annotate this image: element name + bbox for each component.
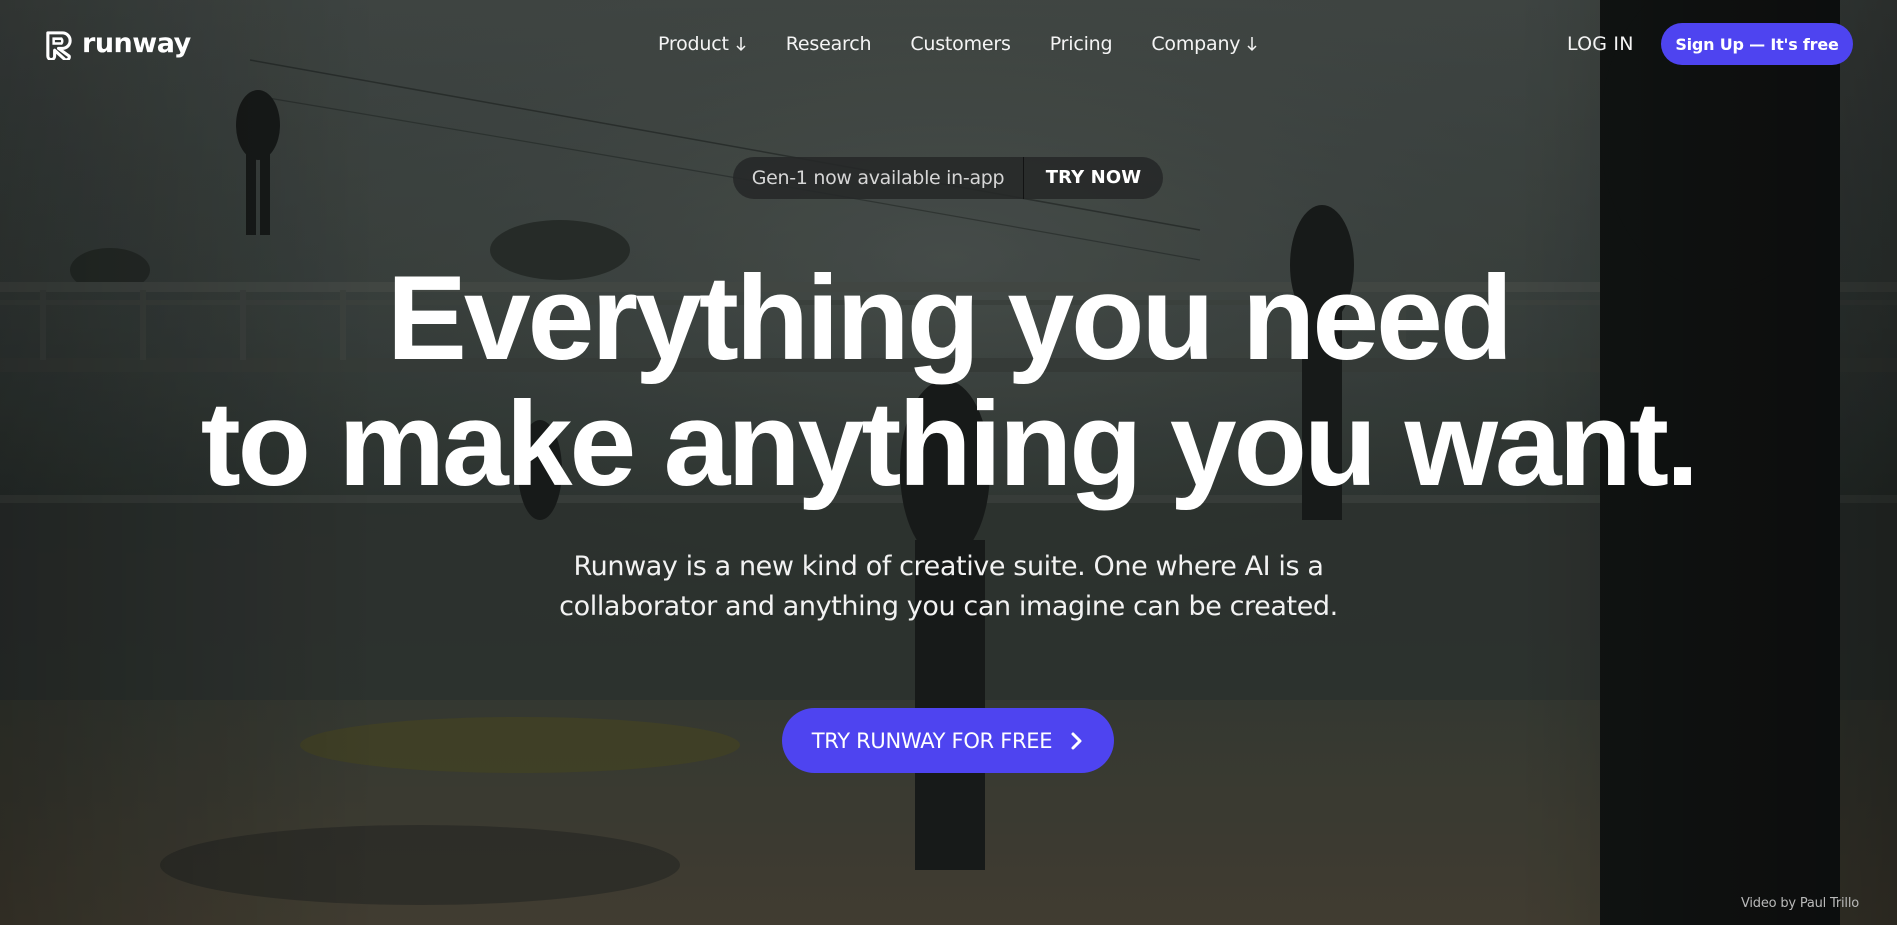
announcement-pill: Gen-1 now available in-app TRY NOW: [733, 157, 1163, 199]
nav-item-customers[interactable]: Customers: [910, 30, 1011, 58]
hero-subheadline: Runway is a new kind of creative suite. …: [0, 547, 1897, 627]
hero-headline-line-2: to make anything you want.: [200, 377, 1700, 511]
try-runway-button[interactable]: TRY RUNWAY FOR FREE: [782, 708, 1114, 773]
nav-item-label: Pricing: [1049, 33, 1113, 55]
top-navigation-bar: runway Product Research Customers Pricin…: [0, 0, 1897, 88]
arrow-down-icon: [1247, 37, 1257, 52]
hero-subheadline-line-1: Runway is a new kind of creative suite. …: [573, 551, 1324, 582]
signup-button[interactable]: Sign Up — It's free: [1661, 23, 1853, 65]
announcement-text: Gen-1 now available in-app: [751, 167, 1005, 189]
nav-item-label: Customers: [910, 33, 1011, 55]
nav-item-company[interactable]: Company: [1151, 30, 1258, 58]
chevron-right-icon: [1071, 732, 1082, 749]
arrow-down-icon: [736, 37, 746, 52]
main-nav: Product Research Customers Pricing Compa…: [658, 30, 1258, 58]
hero-subheadline-line-2: collaborator and anything you can imagin…: [559, 591, 1338, 622]
brand-name: runway: [82, 28, 191, 59]
runway-logo-icon: [46, 30, 72, 60]
nav-item-product[interactable]: Product: [658, 30, 747, 58]
nav-item-label: Research: [785, 33, 872, 55]
try-runway-label: TRY RUNWAY FOR FREE: [811, 728, 1053, 753]
hero-headline-line-1: Everything you need: [386, 251, 1513, 385]
video-credit: Video by Paul Trillo: [1740, 896, 1859, 911]
nav-item-pricing[interactable]: Pricing: [1050, 30, 1113, 58]
nav-item-research[interactable]: Research: [786, 30, 872, 58]
login-link[interactable]: LOG IN: [1567, 30, 1634, 58]
hero-headline: Everything you need to make anything you…: [0, 255, 1897, 507]
nav-item-label: Product: [658, 33, 729, 55]
try-now-button[interactable]: TRY NOW: [1024, 157, 1163, 199]
nav-item-label: Company: [1151, 33, 1241, 55]
runway-logo[interactable]: runway: [43, 28, 191, 60]
